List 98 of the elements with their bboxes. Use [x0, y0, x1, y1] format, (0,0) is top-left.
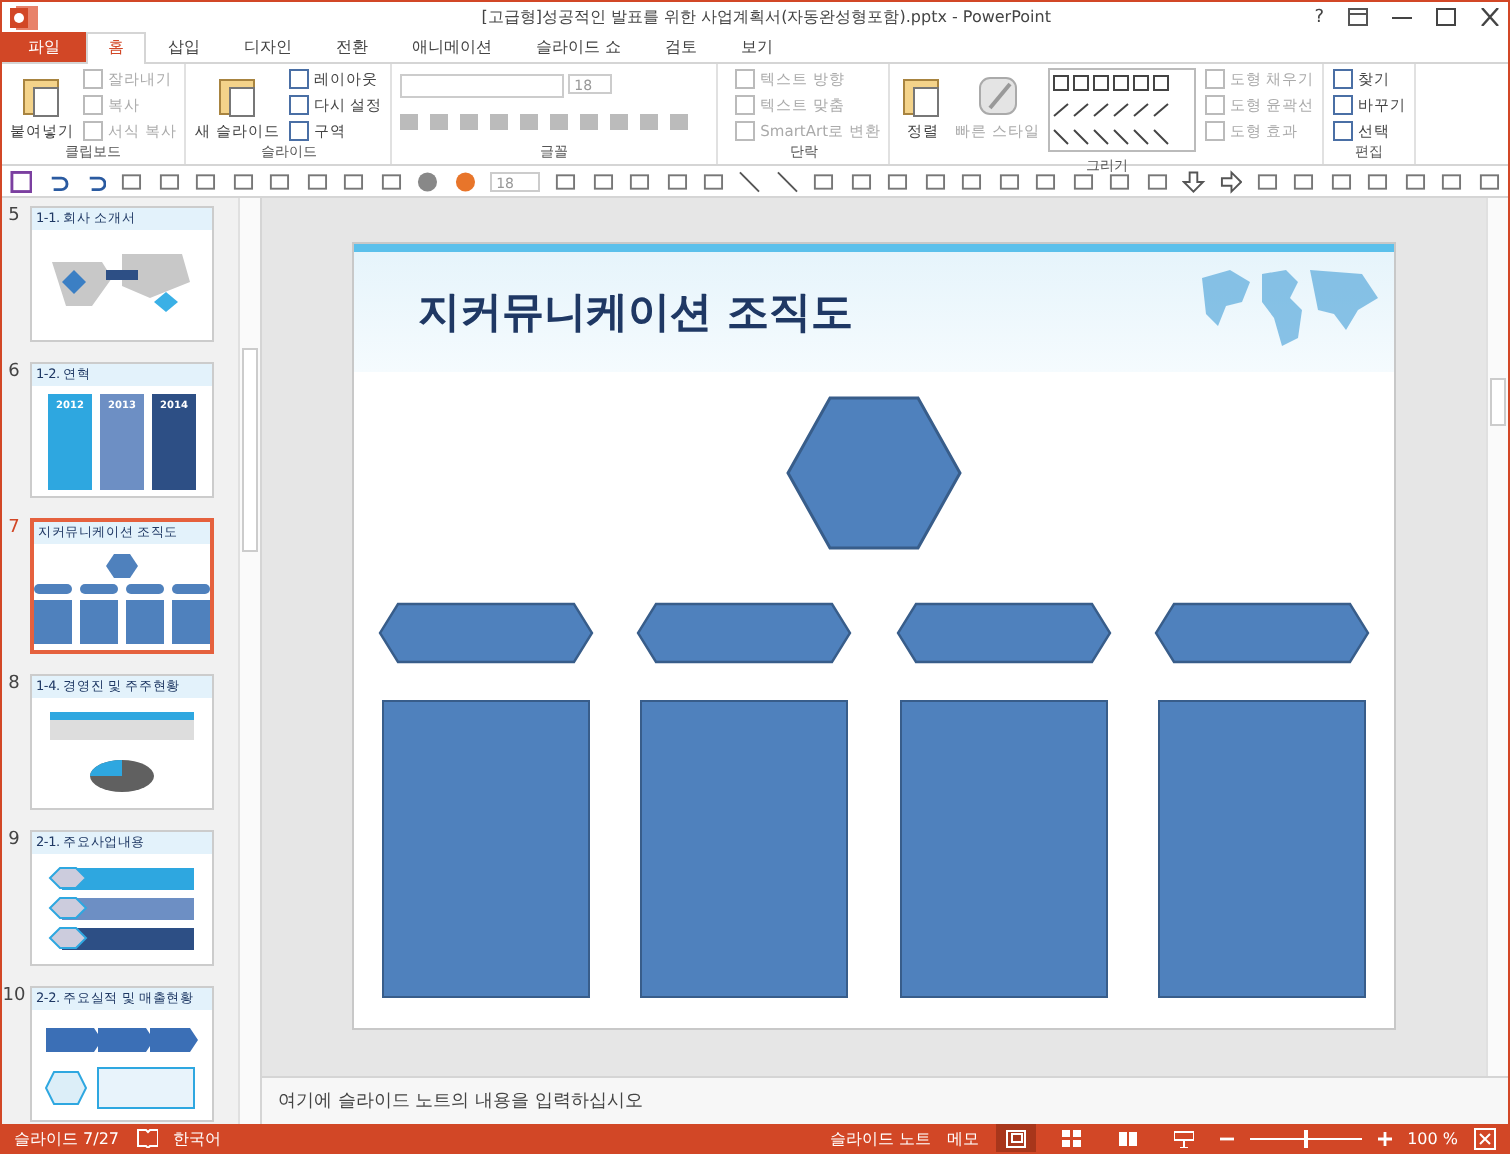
slide-number: 5	[6, 206, 22, 230]
ribbon-item-icon	[1332, 94, 1355, 116]
ribbon-item-icon	[1203, 68, 1226, 90]
toolbar-icon[interactable]	[886, 169, 910, 193]
slide-number: 10	[2, 986, 26, 1010]
close-icon[interactable]	[1480, 8, 1500, 26]
book-icon[interactable]	[135, 1128, 158, 1148]
ribbon-tab[interactable]: 파일	[2, 32, 86, 62]
toolbar-icon[interactable]	[231, 169, 255, 193]
ribbon-tab[interactable]: 애니메이션	[390, 32, 514, 62]
toolbar-icon[interactable]	[1182, 169, 1206, 193]
ribbon-display-icon[interactable]	[1348, 8, 1368, 26]
hexagon-label-shape[interactable]	[636, 602, 853, 664]
toolbar-icon[interactable]	[1034, 169, 1058, 193]
ribbon-item-icon	[1203, 120, 1226, 142]
scrollbar[interactable]	[238, 198, 260, 1124]
ribbon-tab[interactable]: 검토	[643, 32, 720, 62]
ribbon-tab[interactable]: 홈	[86, 32, 146, 64]
grid-icon	[1061, 1129, 1082, 1147]
ribbon-tab[interactable]: 삽입	[146, 32, 222, 62]
ribbon-item-icon	[287, 94, 310, 116]
toolbar-icon[interactable]	[849, 169, 873, 193]
zoom-slider-thumb[interactable]	[1303, 1129, 1308, 1147]
powerpoint-logo-icon	[10, 5, 38, 29]
notes-field[interactable]: 여기에 슬라이드 노트의 내용을 입력하십시오	[262, 1076, 1508, 1124]
hexagon-label-shape[interactable]	[1153, 602, 1370, 664]
toolbar-icon[interactable]	[701, 169, 725, 193]
help-button[interactable]: ?	[1314, 7, 1324, 27]
zoom-level[interactable]: 100 %	[1407, 1129, 1458, 1147]
ribbon-item-icon	[734, 68, 757, 90]
view-button[interactable]	[995, 1124, 1036, 1152]
ribbon-tab[interactable]: 슬라이드 쇼	[514, 32, 644, 62]
toolbar-icon[interactable]	[416, 169, 440, 193]
toolbar-icon[interactable]	[997, 169, 1021, 193]
toolbar-icon[interactable]	[738, 169, 762, 193]
notes-button[interactable]: 슬라이드 노트	[830, 1127, 932, 1149]
language-indicator[interactable]: 한국어	[173, 1127, 222, 1149]
ribbon-tab[interactable]: 보기	[719, 32, 796, 62]
slide-number: 8	[6, 674, 22, 698]
toolbar-icon[interactable]	[268, 169, 292, 193]
toolbar-icon[interactable]	[305, 169, 329, 193]
toolbar-icon[interactable]	[1108, 169, 1132, 193]
ribbon-item-icon	[1203, 94, 1226, 116]
toolbar-icon[interactable]	[554, 169, 578, 193]
slide-number: 6	[6, 362, 22, 386]
projector-icon	[1173, 1129, 1194, 1147]
ribbon-item-icon	[1332, 68, 1355, 90]
shape-gallery-drawing[interactable]	[1047, 68, 1196, 152]
toolbar-icon[interactable]	[1292, 169, 1316, 193]
toolbar-icon[interactable]	[1477, 169, 1501, 193]
toolbar-icon[interactable]	[923, 169, 947, 193]
slide-title: 지커뮤니케이션 조직도	[418, 286, 853, 340]
book-icon	[1117, 1129, 1138, 1147]
toolbar-icon[interactable]	[379, 169, 403, 193]
toolbar-icon[interactable]	[1329, 169, 1353, 193]
ribbon-item-icon	[1332, 120, 1355, 142]
ribbon-tab[interactable]: 디자인	[222, 32, 314, 62]
fit-to-window-icon[interactable]	[1474, 1127, 1496, 1149]
toolbar-icon[interactable]	[157, 169, 181, 193]
ribbon-item-icon	[82, 68, 104, 90]
toolbar-icon[interactable]	[1366, 169, 1390, 193]
comments-button[interactable]: 메모	[947, 1127, 980, 1149]
toolbar-icon[interactable]	[1440, 169, 1464, 193]
maximize-icon[interactable]	[1436, 8, 1456, 26]
ribbon-item-icon	[734, 120, 757, 142]
slide-counter: 슬라이드 7/27	[14, 1127, 120, 1149]
ribbon-item-icon	[82, 120, 104, 142]
ribbon-item-icon	[82, 94, 104, 116]
font-name-field[interactable]	[400, 74, 565, 98]
ribbon-tab[interactable]: 전환	[314, 32, 390, 62]
toolbar-icon[interactable]	[775, 169, 799, 193]
toolbar-icon[interactable]	[960, 169, 984, 193]
normal-view-icon	[1005, 1129, 1026, 1147]
hexagon-shape[interactable]	[786, 396, 962, 550]
toolbar-icon[interactable]	[10, 169, 33, 193]
toolbar-icon[interactable]	[1071, 169, 1095, 193]
toolbar-icon[interactable]	[1145, 169, 1169, 193]
toolbar-icon[interactable]	[194, 169, 218, 193]
toolbar-icon[interactable]	[120, 169, 144, 193]
toolbar-icon[interactable]	[1256, 169, 1279, 193]
hexagon-label-shape[interactable]	[895, 602, 1112, 664]
toolbar-icon[interactable]	[342, 169, 366, 193]
brush-icon	[973, 72, 1022, 120]
toolbar-icon[interactable]	[665, 169, 688, 193]
ribbon-item-icon	[287, 68, 310, 90]
toolbar-icon[interactable]	[1403, 169, 1427, 193]
scrollbar[interactable]	[1486, 198, 1508, 1076]
slide-number: 9	[6, 830, 22, 854]
toolbar-icon[interactable]	[812, 169, 836, 193]
window-title: [고급형]성공적인 발표를 위한 사업계획서(자동완성형포함).pptx - PowerPoint	[479, 6, 1053, 28]
toolbar-icon[interactable]	[628, 169, 652, 193]
zoom-in-icon[interactable]	[1377, 1131, 1392, 1145]
slide-number: 7	[6, 518, 22, 542]
ribbon-item-icon	[734, 94, 757, 116]
hexagon-label-shape[interactable]	[378, 602, 595, 664]
toolbar-icon[interactable]	[1219, 169, 1243, 193]
toolbar-icon[interactable]	[591, 169, 615, 193]
ribbon-item-icon	[287, 120, 310, 142]
